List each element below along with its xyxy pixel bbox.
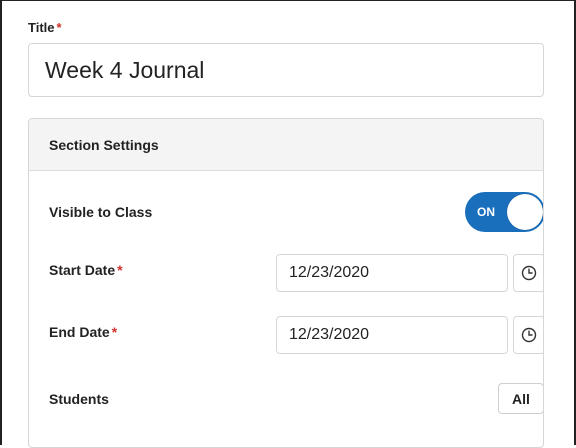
end-time-button[interactable] xyxy=(513,316,543,354)
start-date-label-text: Start Date xyxy=(49,262,116,278)
end-date-label-text: End Date xyxy=(49,324,110,340)
end-date-label: End Date * xyxy=(49,324,117,340)
visible-to-class-label: Visible to Class xyxy=(49,204,153,220)
toggle-knob xyxy=(507,194,543,230)
start-date-label: Start Date * xyxy=(49,262,123,278)
required-asterisk: * xyxy=(111,324,118,340)
visible-to-class-toggle[interactable]: ON xyxy=(465,192,543,232)
required-asterisk: * xyxy=(56,20,62,35)
section-settings-panel: Section Settings Visible to Class ON Sta… xyxy=(28,118,544,448)
students-label: Students xyxy=(49,391,109,407)
toggle-on-text: ON xyxy=(477,205,495,219)
section-settings-header: Section Settings xyxy=(29,119,543,171)
title-input[interactable] xyxy=(28,43,544,97)
clock-icon xyxy=(521,265,537,281)
clock-icon xyxy=(521,327,537,343)
start-time-button[interactable] xyxy=(513,254,543,292)
title-label: Title * xyxy=(28,20,62,35)
end-date-input[interactable] xyxy=(276,316,508,354)
students-all-button[interactable]: All xyxy=(498,383,543,414)
title-label-text: Title xyxy=(28,20,55,35)
required-asterisk: * xyxy=(117,262,123,278)
start-date-input[interactable] xyxy=(276,254,508,292)
